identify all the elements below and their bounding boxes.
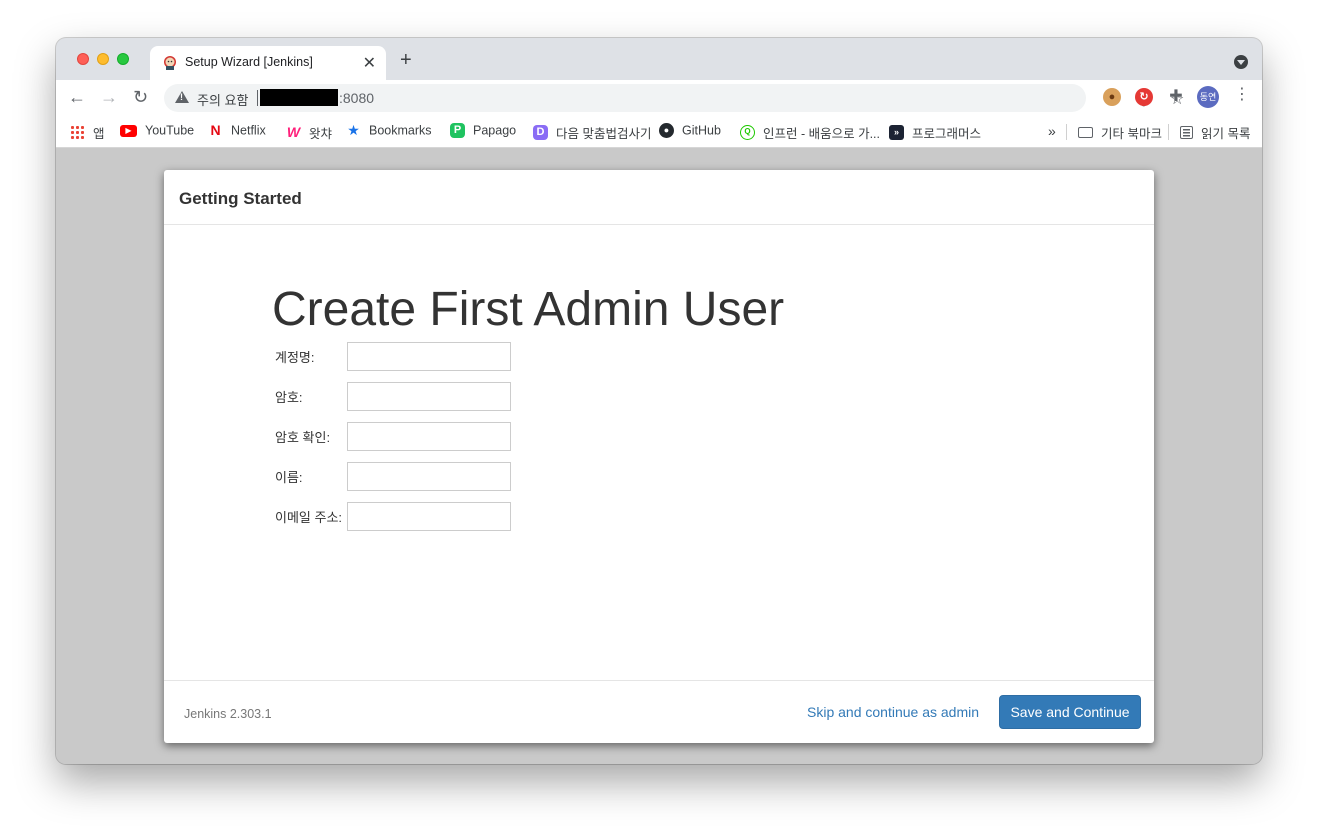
bookmark-netflix[interactable]: N Netflix (208, 122, 265, 141)
cookie-extension-icon[interactable]: ● (1103, 88, 1121, 106)
security-status[interactable]: 주의 요함 (197, 90, 248, 109)
profile-avatar[interactable]: 동연 (1197, 86, 1219, 108)
password-confirm-label: 암호 확인: (275, 430, 331, 445)
daum-icon: D (533, 125, 548, 140)
bookmarks-divider (1168, 124, 1169, 140)
save-and-continue-button[interactable]: Save and Continue (999, 695, 1141, 729)
watcha-icon: W (286, 124, 301, 140)
fullname-field[interactable] (347, 462, 511, 491)
address-bar[interactable]: 주의 요함 :8080 ⚷ ☆ (164, 84, 1184, 112)
dialog-title: Getting Started (179, 189, 302, 208)
extensions-puzzle-icon[interactable]: ✚ (1167, 88, 1185, 106)
forward-arrow-icon[interactable]: → (100, 88, 118, 106)
inflearn-icon: Q (740, 125, 755, 140)
bookmark-youtube[interactable]: ▶ YouTube (120, 123, 194, 141)
form-row-username: 계정명: (275, 342, 535, 372)
browser-toolbar: ← → ↻ 주의 요함 :8080 ⚷ ☆ ● ↻ ✚ 동연 ⋮ (56, 80, 1262, 116)
bookmark-inflearn[interactable]: Q 인프런 - 배움으로 가... (740, 123, 880, 141)
apps-grid-icon (70, 125, 85, 140)
github-icon: ● (659, 123, 674, 139)
page-title: Create First Admin User (272, 283, 785, 336)
redacted-host (260, 89, 338, 106)
fullname-label: 이름: (275, 470, 303, 485)
bookmark-apps[interactable]: 앱 (70, 123, 105, 141)
bookmark-papago[interactable]: P Papago (450, 123, 516, 141)
reading-list-button[interactable]: 읽기 목록 (1180, 123, 1250, 141)
skip-continue-as-admin-link[interactable]: Skip and continue as admin (807, 704, 979, 720)
dialog-header: Getting Started (164, 170, 1154, 225)
window-minimize-button[interactable] (97, 53, 109, 65)
bookmarks-bar: 앱 ▶ YouTube N Netflix W 왓챠 ★ Bookmarks P Papa… (56, 116, 1262, 148)
password-confirm-field[interactable] (347, 422, 511, 451)
reload-icon[interactable]: ↻ (133, 88, 148, 106)
tab-strip: Setup Wizard [Jenkins] ✕ + (56, 38, 1262, 80)
tab-search-icon[interactable] (1234, 55, 1248, 69)
browser-window: Setup Wizard [Jenkins] ✕ + ← → ↻ 주의 요함 :… (56, 38, 1262, 764)
username-label: 계정명: (275, 350, 315, 365)
form-row-password: 암호: (275, 382, 535, 412)
form-row-password-confirm: 암호 확인: (275, 422, 535, 452)
password-field[interactable] (347, 382, 511, 411)
url-port: :8080 (339, 90, 375, 106)
window-close-button[interactable] (77, 53, 89, 65)
folder-icon (1078, 127, 1093, 138)
bookmark-watcha[interactable]: W 왓챠 (286, 123, 332, 142)
warning-icon (175, 91, 189, 103)
email-field[interactable] (347, 502, 511, 531)
bookmark-github[interactable]: ● GitHub (659, 123, 721, 141)
bookmark-bookmarks[interactable]: ★ Bookmarks (346, 122, 431, 141)
password-label: 암호: (275, 390, 303, 405)
bookmarks-divider (1066, 124, 1067, 140)
tab-setup-wizard[interactable]: Setup Wizard [Jenkins] ✕ (150, 46, 386, 80)
tab-title: Setup Wizard [Jenkins] (185, 55, 313, 69)
username-field[interactable] (347, 342, 511, 371)
close-tab-icon[interactable]: ✕ (363, 53, 376, 73)
dialog-footer: Jenkins 2.303.1 Skip and continue as adm… (164, 680, 1154, 743)
back-arrow-icon[interactable]: ← (68, 88, 86, 106)
jenkins-icon (164, 56, 176, 70)
bookmark-other-folder[interactable]: 기타 북마크 (1078, 123, 1162, 141)
form-row-email: 이메일 주소: (275, 502, 535, 532)
reading-list-icon (1180, 126, 1193, 139)
bookmark-programmers[interactable]: » 프로그래머스 (889, 123, 981, 141)
star-icon: ★ (347, 122, 360, 139)
netflix-icon: N (210, 122, 221, 139)
page-viewport: Getting Started Create First Admin User … (56, 149, 1262, 764)
youtube-icon: ▶ (120, 124, 137, 137)
setup-wizard-dialog: Getting Started Create First Admin User … (164, 170, 1154, 743)
refresh-extension-icon[interactable]: ↻ (1135, 88, 1153, 106)
papago-icon: P (450, 123, 465, 139)
bookmarks-overflow-button[interactable]: » (1048, 123, 1056, 139)
jenkins-version: Jenkins 2.303.1 (184, 707, 272, 721)
bookmark-daum[interactable]: D 다음 맞춤법검사기 (533, 123, 651, 141)
new-tab-button[interactable]: + (400, 50, 412, 70)
email-label: 이메일 주소: (275, 510, 343, 525)
address-separator (257, 90, 258, 106)
window-maximize-button[interactable] (117, 53, 129, 65)
form-row-fullname: 이름: (275, 462, 535, 492)
programmers-icon: » (889, 125, 904, 140)
browser-menu-icon[interactable]: ⋮ (1234, 87, 1250, 103)
